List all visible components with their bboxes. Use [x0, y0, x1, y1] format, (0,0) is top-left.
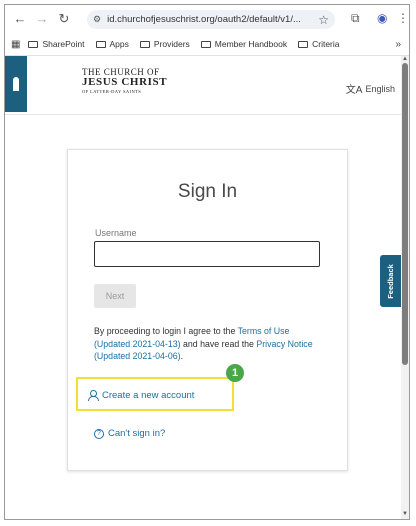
bookmark-apps[interactable]: Apps — [95, 39, 129, 49]
feedback-label: Feedback — [386, 263, 396, 299]
forward-icon[interactable]: → — [33, 11, 51, 26]
language-label: English — [365, 83, 395, 94]
bookmark-star-icon[interactable]: ☆ — [318, 13, 329, 27]
cant-sign-in-label: Can't sign in? — [108, 428, 166, 439]
browser-window: ← → ↻ ⚙ id.churchofjesuschrist.org/oauth… — [4, 4, 410, 520]
more-bookmarks-icon[interactable]: » — [395, 39, 401, 50]
bookmark-criteria[interactable]: Criteria — [298, 39, 340, 49]
folder-icon — [139, 40, 150, 48]
url-bar[interactable]: ⚙ id.churchofjesuschrist.org/oauth2/defa… — [87, 10, 335, 29]
bookmark-label: Apps — [109, 39, 129, 49]
signin-title: Sign In — [177, 181, 238, 202]
bookmarks-bar: ▦ SharePoint Apps Providers Member Handb… — [5, 33, 409, 56]
scrollbar-thumb[interactable] — [402, 63, 408, 365]
terms-prefix: By proceeding to login I agree to the — [94, 326, 238, 336]
scroll-down-icon[interactable]: ▼ — [402, 511, 408, 517]
terms-suffix: . — [180, 351, 184, 361]
create-account-link[interactable]: Create a new account — [88, 390, 194, 401]
church-logo-icon[interactable] — [5, 56, 27, 112]
bookmark-providers[interactable]: Providers — [139, 39, 190, 49]
bookmark-label: Criteria — [312, 39, 340, 49]
address-bar-row: ← → ↻ ⚙ id.churchofjesuschrist.org/oauth… — [5, 5, 409, 33]
feedback-tab[interactable]: Feedback — [380, 255, 401, 307]
username-label: Username — [95, 228, 137, 238]
username-input[interactable] — [94, 241, 320, 267]
bookmark-label: SharePoint — [42, 39, 85, 49]
bookmark-label: Providers — [153, 39, 190, 49]
folder-icon — [95, 40, 106, 48]
folder-icon — [298, 40, 309, 48]
next-button[interactable]: Next — [94, 284, 136, 308]
bookmark-member-handbook[interactable]: Member Handbook — [200, 39, 288, 49]
url-text: id.churchofjesuschrist.org/oauth2/defaul… — [107, 14, 301, 25]
person-icon — [88, 390, 99, 401]
folder-icon — [200, 40, 211, 48]
logo-line2: JESUS CHRIST — [82, 76, 168, 88]
help-icon: ? — [94, 428, 104, 439]
terms-middle: and have read the — [180, 338, 257, 349]
bookmark-sharepoint[interactable]: SharePoint — [28, 39, 85, 49]
terms-text: By proceeding to login I agree to the Te… — [94, 325, 314, 363]
reload-icon[interactable]: ↻ — [55, 11, 73, 27]
bookmark-label: Member Handbook — [214, 39, 288, 49]
cant-sign-in-link[interactable]: ? Can't sign in? — [94, 428, 165, 439]
profile-icon[interactable]: ◉ — [377, 11, 387, 25]
site-header: THE CHURCH OF JESUS CHRIST OF LATTER-DAY… — [5, 56, 409, 115]
menu-icon[interactable]: ⋮ — [397, 11, 409, 25]
translate-icon: 文A — [345, 85, 363, 96]
folder-icon — [28, 40, 39, 48]
back-icon[interactable]: ← — [11, 11, 29, 26]
site-info-icon[interactable]: ⚙ — [93, 14, 101, 25]
church-logo-text[interactable]: THE CHURCH OF JESUS CHRIST OF LATTER-DAY… — [82, 68, 167, 95]
language-selector[interactable]: 文A English — [345, 81, 395, 97]
signin-card: Sign In Username Next By proceeding to l… — [67, 149, 348, 471]
step-badge: 1 — [226, 364, 244, 382]
scroll-up-icon[interactable]: ▲ — [402, 56, 408, 62]
logo-line3: OF LATTER-DAY SAINTS — [82, 89, 142, 94]
apps-grid-icon[interactable]: ▦ — [11, 39, 20, 50]
extensions-icon[interactable]: ⧉ — [351, 11, 360, 26]
create-account-label: Create a new account — [102, 390, 195, 401]
